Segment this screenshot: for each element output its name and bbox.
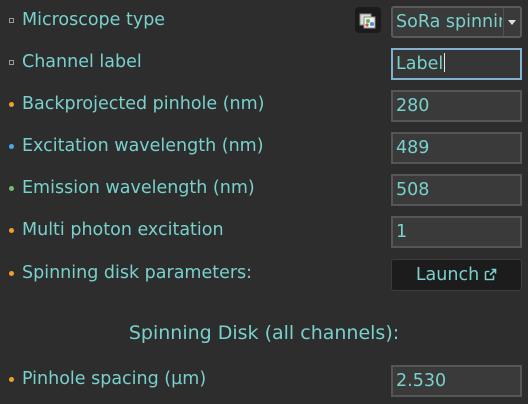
emission-wavelength-row: Emission wavelength (nm) 508 — [0, 174, 528, 206]
bullet-orange — [9, 228, 14, 233]
pinhole-spacing-row: Pinhole spacing (µm) 2.530 — [0, 365, 528, 397]
bullet-green — [9, 186, 14, 191]
microscope-type-label: Microscope type — [22, 10, 166, 30]
backprojected-pinhole-input[interactable]: 280 — [391, 90, 522, 122]
channel-label-row: Channel label Label — [0, 48, 528, 80]
channel-label-label: Channel label — [22, 52, 142, 72]
spinning-disk-params-row: Spinning disk parameters: Launch — [0, 259, 528, 291]
bullet-gray — [9, 60, 14, 65]
backprojected-pinhole-label: Backprojected pinhole (nm) — [22, 94, 265, 114]
text-caret — [444, 53, 446, 72]
microscope-type-value: SoRa spinnin — [396, 12, 502, 32]
external-link-icon — [483, 262, 497, 292]
multi-photon-row: Multi photon excitation 1 — [0, 216, 528, 248]
pinhole-spacing-label: Pinhole spacing (µm) — [22, 369, 207, 389]
emission-wavelength-label: Emission wavelength (nm) — [22, 178, 255, 198]
excitation-wavelength-label: Excitation wavelength (nm) — [22, 136, 264, 156]
copy-to-channels-icon[interactable] — [355, 7, 381, 33]
channel-label-value: Label — [396, 54, 444, 74]
bullet-orange — [9, 271, 14, 276]
launch-button-label: Launch — [415, 265, 480, 285]
microscope-type-select[interactable]: SoRa spinnin — [391, 6, 522, 38]
section-title: Spinning Disk (all channels): — [128, 322, 400, 344]
bullet-blue — [9, 144, 14, 149]
bullet-orange — [9, 102, 14, 107]
microscope-type-row: Microscope type SoRa spinnin — [0, 6, 528, 38]
launch-button[interactable]: Launch — [391, 259, 522, 291]
multi-photon-input[interactable]: 1 — [391, 216, 522, 248]
bullet-orange — [9, 377, 14, 382]
backprojected-pinhole-row: Backprojected pinhole (nm) 280 — [0, 90, 528, 122]
channel-label-input[interactable]: Label — [391, 48, 522, 80]
emission-wavelength-input[interactable]: 508 — [391, 174, 522, 206]
excitation-wavelength-row: Excitation wavelength (nm) 489 — [0, 132, 528, 164]
bullet-gray — [9, 18, 14, 23]
chevron-down-icon[interactable] — [503, 8, 520, 36]
excitation-wavelength-input[interactable]: 489 — [391, 132, 522, 164]
pinhole-spacing-input[interactable]: 2.530 — [391, 365, 522, 397]
spinning-disk-params-label: Spinning disk parameters: — [22, 263, 253, 283]
multi-photon-label: Multi photon excitation — [22, 220, 224, 240]
